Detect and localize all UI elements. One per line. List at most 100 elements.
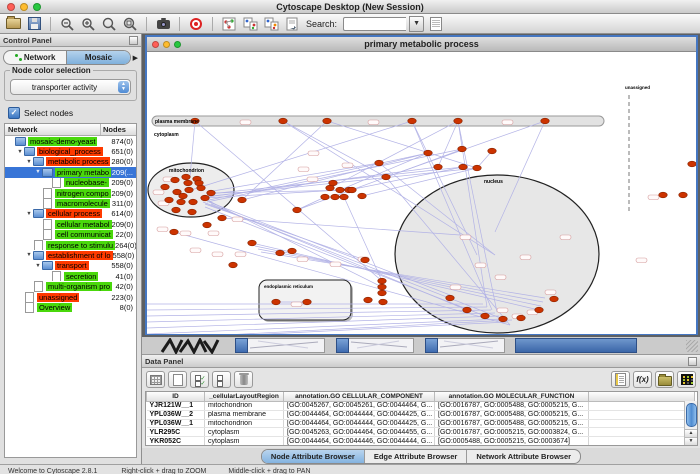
tree-row[interactable]: Overview8(0) [5,302,136,312]
resize-grip[interactable] [686,340,698,352]
graph-node[interactable] [170,229,178,235]
graph-node[interactable] [458,146,466,152]
graph-node[interactable] [321,194,329,200]
tab-mosaic[interactable]: Mosaic [66,51,129,64]
tab-node-attribute-browser[interactable]: Node Attribute Browser [262,450,364,463]
table-row[interactable]: YJR121W__1mitochondrion[GO:0045267, GO:0… [147,402,695,411]
table-row[interactable]: YLR295Ccytoplasm[GO:0045263, GO:0044464,… [147,428,695,437]
scroll-down-icon[interactable]: ▼ [685,437,697,445]
tree-row[interactable]: unassigned223(0) [5,292,136,302]
zoom-out-icon[interactable] [58,16,76,32]
scroll-up-icon[interactable]: ▲ [685,429,697,437]
search-dropdown-icon[interactable]: ▼ [409,16,424,32]
tab-network[interactable]: Network [4,51,66,64]
graph-node[interactable] [336,187,344,193]
tree-row[interactable]: ▼cellular process614(0) [5,209,136,219]
graph-node[interactable] [288,248,296,254]
graph-node[interactable] [195,180,203,186]
background-window-sliver[interactable] [349,338,414,353]
save-session-icon[interactable] [25,16,43,32]
delete-attribute-icon[interactable] [234,371,253,388]
tree-column-network[interactable]: Network [5,124,101,135]
graph-node[interactable] [272,299,280,305]
graph-node[interactable] [358,193,366,199]
background-window-sliver[interactable] [235,338,248,353]
background-window-sliver[interactable] [336,338,349,353]
graph-node[interactable] [182,174,190,180]
graph-node[interactable] [463,307,471,313]
graph-node[interactable] [446,295,454,301]
network-overview-icon[interactable] [220,16,238,32]
graph-node[interactable] [329,180,337,186]
tree-row[interactable]: ▼transport558(0) [5,261,136,271]
tab-overflow-icon[interactable]: ▶ [133,54,138,62]
table-header[interactable]: annotation.GO MOLECULAR_FUNCTION [435,392,589,402]
attribute-matrix-icon[interactable] [677,371,696,388]
graph-node[interactable] [382,174,390,180]
graph-node[interactable] [679,192,687,198]
float-panel-icon[interactable] [129,36,138,45]
graph-node[interactable] [179,193,187,199]
graph-node[interactable] [177,199,185,205]
tree-row[interactable]: nucleobase-209(0) [5,178,136,188]
table-row[interactable]: YDR039C__1mitochondrion[GO:0044464, GO:0… [147,445,695,446]
import-annotation-icon[interactable] [283,16,301,32]
graph-node[interactable] [434,164,442,170]
graph-node[interactable] [378,284,386,290]
graph-node[interactable] [481,313,489,319]
graph-node[interactable] [171,177,179,183]
select-nodes-checkbox[interactable]: ✓ [8,107,20,119]
graph-node[interactable] [424,150,432,156]
graph-node[interactable] [459,164,467,170]
background-window-logo[interactable] [160,338,222,354]
graph-node[interactable] [378,278,386,284]
graph-node[interactable] [201,195,209,201]
background-window-titlebar[interactable] [515,338,637,353]
tree-row[interactable]: ▼primary metabo209(... [5,167,136,177]
graph-node[interactable] [473,165,481,171]
graph-node[interactable] [207,190,215,196]
table-row[interactable]: YKR052Ccytoplasm[GO:0044464, GO:0044446,… [147,437,695,446]
zoom-in-icon[interactable] [79,16,97,32]
snapshot-icon[interactable] [154,16,172,32]
import-attributes-icon[interactable] [655,371,674,388]
zoom-fit-icon[interactable] [121,16,139,32]
graph-node[interactable] [303,299,311,305]
graph-node[interactable] [203,222,211,228]
graph-node[interactable] [218,215,226,221]
tab-network-attribute-browser[interactable]: Network Attribute Browser [466,450,580,463]
table-header[interactable]: _cellularLayoutRegion [205,392,284,402]
graph-node[interactable] [189,199,197,205]
graph-node[interactable] [323,118,331,124]
graph-node[interactable] [408,118,416,124]
graph-node[interactable] [279,118,287,124]
graph-node[interactable] [185,187,193,193]
graph-node[interactable] [688,161,696,167]
graph-node[interactable] [535,307,543,313]
tree-row[interactable]: cell communicat22(0) [5,230,136,240]
graph-node[interactable] [659,192,667,198]
background-window-sliver[interactable] [438,338,505,353]
graph-node[interactable] [188,209,196,215]
graph-node[interactable] [550,296,558,302]
copy-network-view-icon-2[interactable] [262,16,280,32]
graph-node[interactable] [172,207,180,213]
new-attribute-icon[interactable] [168,371,187,388]
open-session-icon[interactable] [4,16,22,32]
graph-node[interactable] [340,194,348,200]
graph-node[interactable] [165,197,173,203]
graph-node[interactable] [184,180,192,186]
zoom-selected-icon[interactable] [100,16,118,32]
graph-node[interactable] [161,184,169,190]
tab-edge-attribute-browser[interactable]: Edge Attribute Browser [364,450,466,463]
table-header[interactable] [589,392,695,402]
graph-node[interactable] [364,297,372,303]
tree-column-nodes[interactable]: Nodes [101,124,136,135]
network-view-window[interactable]: primary metabolic process plasma membran… [145,35,698,335]
graph-node[interactable] [499,316,507,322]
graph-node[interactable] [454,118,462,124]
tree-row[interactable]: secretion41(0) [5,271,136,281]
network-canvas[interactable]: plasma membranecytoplasmmitochondrionnuc… [147,52,696,334]
scrollbar-thumb[interactable] [686,403,697,427]
graph-node[interactable] [331,194,339,200]
